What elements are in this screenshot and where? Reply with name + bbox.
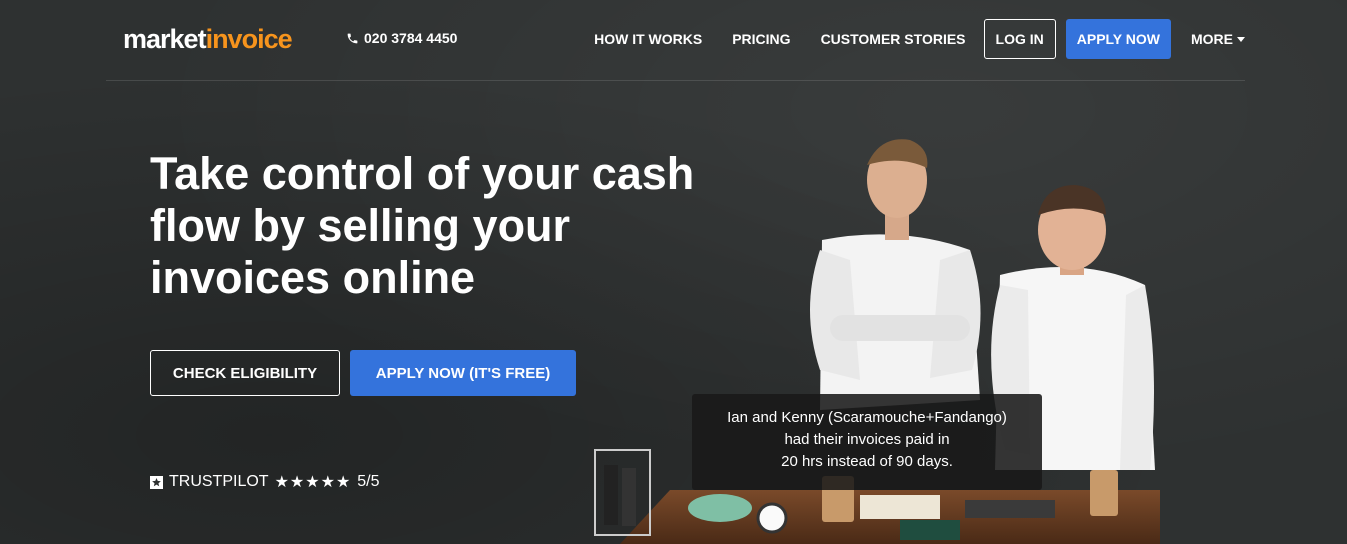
caption-line-1: Ian and Kenny (Scaramouche+Fandango) [727,409,1007,426]
rating-stars: ★★★★★ [274,474,352,491]
logo-text-invoice: invoice [205,24,293,54]
phone-text: 020 3784 4450 [364,30,458,46]
caret-down-icon [1237,36,1245,42]
notebook [900,520,960,540]
coffee-cup-right [1090,470,1118,516]
alarm-clock [756,502,788,534]
site-header: marketinvoice 020 3784 4450 HOW IT WORKS… [106,0,1245,81]
apply-now-header-button[interactable]: APPLY NOW [1065,19,1171,59]
towel [688,494,752,522]
nav-pricing[interactable]: PRICING [732,31,790,47]
logo-text-market: market [123,24,207,54]
more-menu[interactable]: MORE [1191,31,1245,47]
phone-number[interactable]: 020 3784 4450 [346,30,457,46]
check-eligibility-button[interactable]: CHECK ELIGIBILITY [150,350,340,396]
more-label: MORE [1191,31,1233,47]
trustpilot-rating[interactable]: TRUSTPILOT ★★★★★ 5/5 [150,472,380,492]
tablet [965,500,1055,518]
caption-line-3: 20 hrs instead of 90 days. [781,453,953,470]
nav-how-it-works[interactable]: HOW IT WORKS [594,31,702,47]
phone-icon [347,33,358,43]
rating-value: 5/5 [357,473,380,490]
trustpilot-star-icon [150,475,163,489]
trustpilot-label: TRUSTPILOT [169,473,269,490]
testimonial-caption: Ian and Kenny (Scaramouche+Fandango) had… [692,394,1042,490]
person-left [810,139,981,410]
login-button[interactable]: LOG IN [983,19,1056,59]
caption-line-2: had their invoices paid in [784,431,950,448]
main-nav: HOW IT WORKS PRICING CUSTOMER STORIES LO… [564,19,1245,59]
logo[interactable]: marketinvoice [123,24,293,55]
apply-now-hero-button[interactable]: APPLY NOW (IT'S FREE) [350,350,576,396]
nav-customer-stories[interactable]: CUSTOMER STORIES [821,31,966,47]
